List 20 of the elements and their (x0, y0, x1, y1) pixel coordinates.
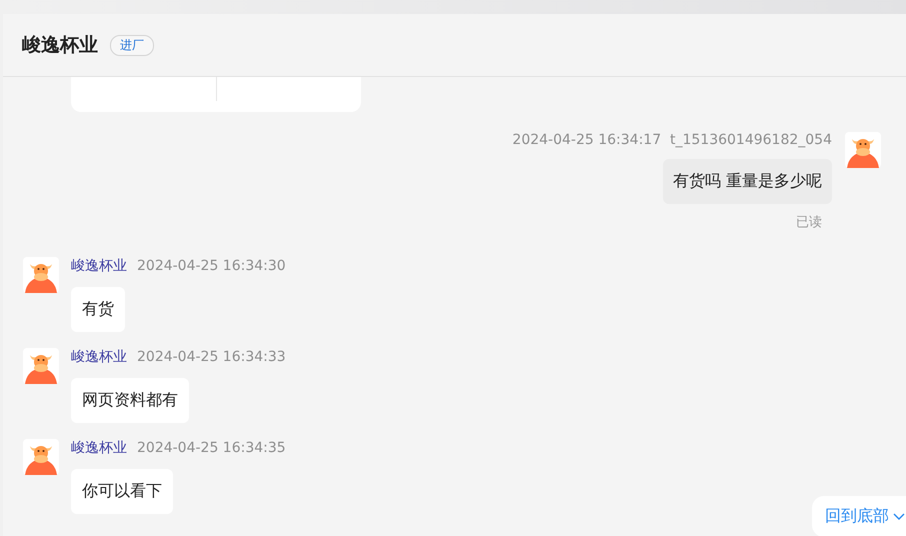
message-bubble: 你可以看下 (71, 469, 173, 514)
shop-name: 峻逸杯业 (22, 33, 98, 58)
sender-name: 峻逸杯业 (71, 348, 127, 366)
sender-name: 峻逸杯业 (71, 439, 127, 457)
bull-avatar-icon (845, 132, 881, 168)
message-bubble: 有货吗 重量是多少呢 (662, 159, 832, 204)
shop-tag: 进厂 (110, 34, 154, 56)
read-status: 已读 (796, 214, 822, 231)
chevron-down-icon (893, 512, 905, 520)
bull-avatar-icon (23, 257, 59, 293)
bull-avatar-icon (23, 348, 59, 384)
message-time: 2024-04-25 16:34:30 (137, 258, 286, 274)
message-time: 2024-04-25 16:34:35 (137, 440, 286, 456)
message-bubble: 网页资料都有 (71, 378, 189, 423)
message-bubble: 有货 (71, 287, 125, 332)
bull-avatar-icon (23, 439, 59, 475)
sender-name: 峻逸杯业 (71, 257, 127, 275)
back-to-bottom-button[interactable]: 回到底部 (812, 496, 906, 536)
message-time: 2024-04-25 16:34:33 (137, 349, 286, 365)
message-meta: 2024-04-25 16:34:17 t_1513601496182_054 (512, 132, 832, 148)
